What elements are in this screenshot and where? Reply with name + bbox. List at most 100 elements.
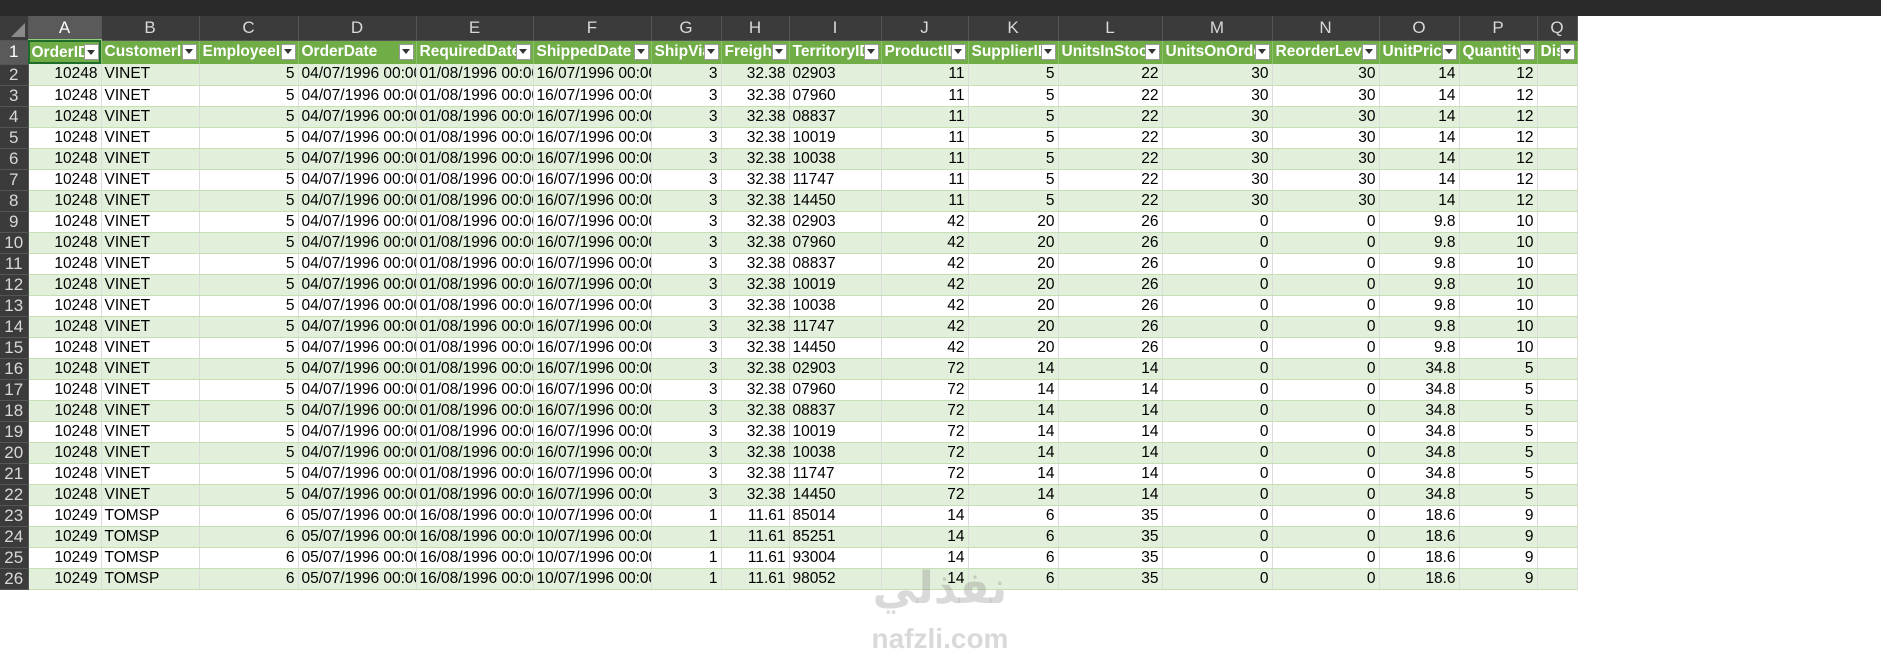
- cell-orderdate[interactable]: 04/07/1996 00:00: [298, 106, 417, 128]
- cell-shipvia[interactable]: 3: [651, 379, 722, 401]
- cell-orderdate[interactable]: 04/07/1996 00:00: [298, 400, 417, 422]
- row-number[interactable]: 6: [0, 148, 29, 170]
- cell-unitsonorder[interactable]: 0: [1162, 337, 1273, 359]
- header-cell-quantity[interactable]: Quantity: [1459, 40, 1538, 64]
- cell-supplierid[interactable]: 5: [968, 148, 1059, 170]
- header-cell-unitsinstock[interactable]: UnitsInStock: [1058, 40, 1163, 64]
- cell-reorderlevel[interactable]: 0: [1272, 211, 1380, 233]
- cell-quantity[interactable]: 5: [1459, 442, 1538, 464]
- cell-orderdate[interactable]: 04/07/1996 00:00: [298, 127, 417, 149]
- cell-unitsonorder[interactable]: 30: [1162, 64, 1273, 86]
- cell-unitsinstock[interactable]: 14: [1058, 442, 1163, 464]
- cell-reorderlevel[interactable]: 0: [1272, 526, 1380, 548]
- cell-productid[interactable]: 42: [881, 253, 969, 275]
- cell-shippeddate[interactable]: 16/07/1996 00:00: [533, 253, 652, 275]
- cell-disc[interactable]: [1537, 232, 1578, 254]
- cell-orderid[interactable]: 10248: [28, 148, 102, 170]
- cell-unitprice[interactable]: 14: [1379, 106, 1460, 128]
- cell-productid[interactable]: 72: [881, 421, 969, 443]
- cell-unitprice[interactable]: 34.8: [1379, 463, 1460, 485]
- row-number[interactable]: 26: [0, 568, 29, 590]
- cell-quantity[interactable]: 5: [1459, 421, 1538, 443]
- cell-orderdate[interactable]: 04/07/1996 00:00: [298, 421, 417, 443]
- cell-shipvia[interactable]: 3: [651, 148, 722, 170]
- cell-productid[interactable]: 42: [881, 295, 969, 317]
- cell-unitsinstock[interactable]: 22: [1058, 190, 1163, 212]
- column-letter-a[interactable]: A: [28, 16, 102, 41]
- cell-productid[interactable]: 72: [881, 358, 969, 380]
- row-number[interactable]: 3: [0, 85, 29, 107]
- cell-orderid[interactable]: 10248: [28, 211, 102, 233]
- cell-shipvia[interactable]: 3: [651, 85, 722, 107]
- filter-dropdown-icon[interactable]: [515, 43, 531, 60]
- row-number[interactable]: 11: [0, 253, 29, 275]
- column-letter-g[interactable]: G: [651, 16, 722, 41]
- cell-territoryid[interactable]: 08837: [789, 253, 882, 275]
- cell-unitprice[interactable]: 14: [1379, 127, 1460, 149]
- cell-unitsinstock[interactable]: 35: [1058, 568, 1163, 590]
- cell-territoryid[interactable]: 11747: [789, 169, 882, 191]
- cell-requireddate[interactable]: 01/08/1996 00:00: [416, 232, 534, 254]
- cell-shippeddate[interactable]: 16/07/1996 00:00: [533, 484, 652, 506]
- cell-freight[interactable]: 32.38: [721, 463, 790, 485]
- cell-unitsonorder[interactable]: 0: [1162, 400, 1273, 422]
- cell-territoryid[interactable]: 14450: [789, 190, 882, 212]
- cell-disc[interactable]: [1537, 190, 1578, 212]
- cell-freight[interactable]: 32.38: [721, 274, 790, 296]
- cell-unitsonorder[interactable]: 30: [1162, 127, 1273, 149]
- cell-freight[interactable]: 32.38: [721, 148, 790, 170]
- cell-shipvia[interactable]: 3: [651, 211, 722, 233]
- column-letter-p[interactable]: P: [1459, 16, 1538, 41]
- cell-customerid[interactable]: VINET: [101, 85, 200, 107]
- cell-unitsonorder[interactable]: 30: [1162, 190, 1273, 212]
- cell-employeeid[interactable]: 5: [199, 127, 299, 149]
- column-letter-m[interactable]: M: [1162, 16, 1273, 41]
- cell-territoryid[interactable]: 14450: [789, 337, 882, 359]
- cell-quantity[interactable]: 12: [1459, 127, 1538, 149]
- cell-requireddate[interactable]: 16/08/1996 00:00: [416, 568, 534, 590]
- cell-quantity[interactable]: 9: [1459, 526, 1538, 548]
- cell-unitsinstock[interactable]: 26: [1058, 232, 1163, 254]
- cell-territoryid[interactable]: 02903: [789, 211, 882, 233]
- cell-productid[interactable]: 42: [881, 316, 969, 338]
- filter-dropdown-icon[interactable]: [1441, 43, 1457, 60]
- cell-unitprice[interactable]: 34.8: [1379, 379, 1460, 401]
- cell-shippeddate[interactable]: 10/07/1996 00:00: [533, 526, 652, 548]
- cell-supplierid[interactable]: 5: [968, 190, 1059, 212]
- cell-shipvia[interactable]: 3: [651, 127, 722, 149]
- cell-reorderlevel[interactable]: 0: [1272, 547, 1380, 569]
- cell-orderid[interactable]: 10249: [28, 505, 102, 527]
- cell-freight[interactable]: 32.38: [721, 484, 790, 506]
- cell-orderid[interactable]: 10248: [28, 295, 102, 317]
- cell-shipvia[interactable]: 3: [651, 190, 722, 212]
- column-letter-h[interactable]: H: [721, 16, 790, 41]
- cell-disc[interactable]: [1537, 337, 1578, 359]
- cell-supplierid[interactable]: 5: [968, 127, 1059, 149]
- header-cell-unitprice[interactable]: UnitPrice: [1379, 40, 1460, 64]
- filter-dropdown-icon[interactable]: [1361, 43, 1377, 60]
- cell-shippeddate[interactable]: 16/07/1996 00:00: [533, 106, 652, 128]
- cell-quantity[interactable]: 5: [1459, 379, 1538, 401]
- cell-orderid[interactable]: 10248: [28, 358, 102, 380]
- cell-unitprice[interactable]: 9.8: [1379, 232, 1460, 254]
- cell-territoryid[interactable]: 98052: [789, 568, 882, 590]
- cell-employeeid[interactable]: 6: [199, 505, 299, 527]
- cell-disc[interactable]: [1537, 484, 1578, 506]
- cell-reorderlevel[interactable]: 30: [1272, 64, 1380, 86]
- cell-orderid[interactable]: 10248: [28, 190, 102, 212]
- cell-customerid[interactable]: VINET: [101, 232, 200, 254]
- cell-employeeid[interactable]: 5: [199, 64, 299, 86]
- cell-requireddate[interactable]: 01/08/1996 00:00: [416, 64, 534, 86]
- cell-reorderlevel[interactable]: 0: [1272, 379, 1380, 401]
- cell-customerid[interactable]: VINET: [101, 106, 200, 128]
- cell-shippeddate[interactable]: 16/07/1996 00:00: [533, 274, 652, 296]
- cell-unitsonorder[interactable]: 0: [1162, 295, 1273, 317]
- cell-unitsinstock[interactable]: 26: [1058, 316, 1163, 338]
- cell-supplierid[interactable]: 14: [968, 358, 1059, 380]
- cell-requireddate[interactable]: 01/08/1996 00:00: [416, 484, 534, 506]
- cell-productid[interactable]: 11: [881, 85, 969, 107]
- cell-shippeddate[interactable]: 16/07/1996 00:00: [533, 190, 652, 212]
- cell-unitsinstock[interactable]: 35: [1058, 547, 1163, 569]
- cell-orderid[interactable]: 10248: [28, 127, 102, 149]
- cell-unitsonorder[interactable]: 30: [1162, 85, 1273, 107]
